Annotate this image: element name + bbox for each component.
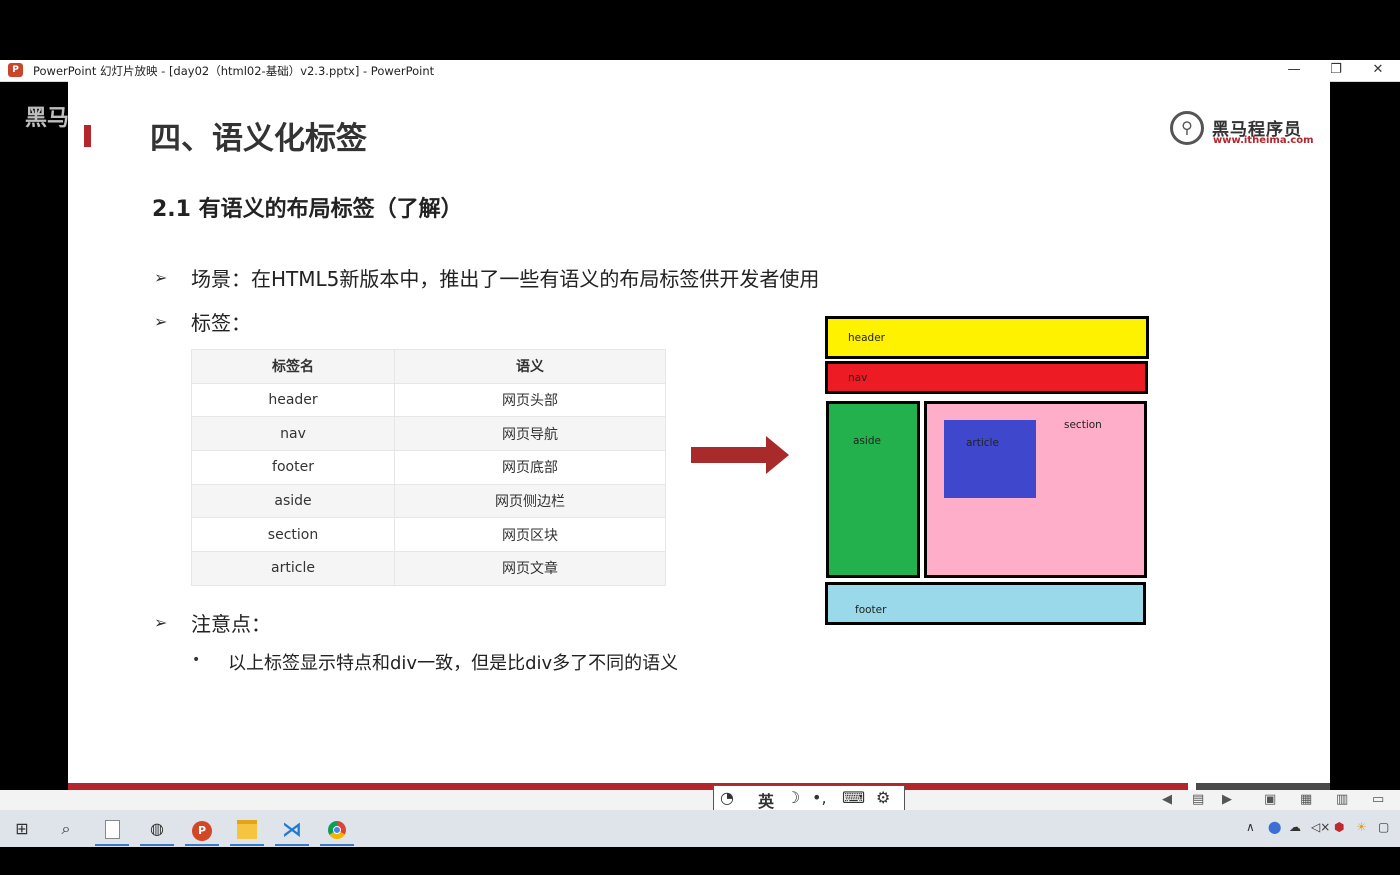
windows-taskbar: ⊞ ⌕ ◍ P ⋊ ∧ ⬤ ☁ ◁× ⬢ ☀ ▢ bbox=[0, 810, 1400, 847]
notification-icon[interactable]: ▢ bbox=[1378, 820, 1389, 834]
sub-bullet-text: 以上标签显示特点和div一致，但是比div多了不同的语义 bbox=[228, 653, 679, 674]
slide-footer-red-bar bbox=[68, 783, 1188, 790]
ime-logo-icon[interactable]: ◔ bbox=[720, 788, 734, 807]
table-header-tag-name: 标签名 bbox=[191, 349, 395, 384]
ime-halfwidth-icon[interactable]: ☽ bbox=[786, 788, 800, 807]
table-cell-tag: nav bbox=[191, 416, 395, 452]
vscode-icon[interactable]: ⋊ bbox=[277, 816, 307, 842]
table-cell-meaning: 网页文章 bbox=[394, 551, 666, 586]
notes-icon[interactable]: ▤ bbox=[1192, 792, 1204, 807]
bullet-notes: 注意点： bbox=[191, 612, 271, 636]
diagram-section-label: section bbox=[1064, 419, 1102, 431]
file-explorer-icon[interactable] bbox=[232, 816, 262, 842]
table-row: nav 网页导航 bbox=[191, 416, 666, 452]
logo-url: www.itheima.com bbox=[1213, 135, 1314, 146]
taskbar-active-indicator bbox=[230, 844, 264, 846]
taskbar-active-indicator bbox=[140, 844, 174, 846]
start-icon[interactable]: ⊞ bbox=[7, 816, 37, 842]
table-header-row: 标签名 语义 bbox=[191, 349, 666, 384]
diagram-header-box: header bbox=[825, 316, 1149, 359]
restore-button[interactable]: ❐ bbox=[1322, 61, 1350, 79]
ime-language-toggle[interactable]: 英 bbox=[758, 788, 774, 812]
next-slide-icon[interactable]: ▶ bbox=[1222, 792, 1232, 807]
previous-slide-icon[interactable]: ◀ bbox=[1162, 792, 1172, 807]
tray-weather-icon[interactable]: ☀ bbox=[1356, 820, 1367, 834]
search-icon[interactable]: ⌕ bbox=[51, 816, 81, 842]
reading-view-icon[interactable]: ▥ bbox=[1336, 792, 1348, 807]
table-cell-meaning: 网页头部 bbox=[394, 382, 666, 418]
diagram-nav-box: nav bbox=[825, 361, 1148, 394]
ime-toolbar: ◔ 英 ☽ •, ⌨ ⚙ bbox=[713, 785, 905, 811]
table-cell-tag: section bbox=[191, 517, 395, 553]
diagram-footer-label: footer bbox=[855, 604, 887, 616]
onedrive-icon[interactable]: ☁ bbox=[1289, 820, 1301, 834]
ime-settings-icon[interactable]: ⚙ bbox=[876, 788, 890, 807]
tray-app-icon[interactable]: ⬤ bbox=[1268, 820, 1281, 834]
diagram-aside-label: aside bbox=[853, 435, 881, 447]
window-title: PowerPoint 幻灯片放映 - [day02（html02-基础）v2.3… bbox=[33, 64, 435, 78]
taskbar-active-indicator bbox=[95, 844, 129, 846]
table-cell-tag: aside bbox=[191, 483, 395, 519]
slide-footer-gray-bar bbox=[1196, 783, 1330, 790]
table-row: section 网页区块 bbox=[191, 517, 666, 553]
screen-recorder-icon[interactable]: ◍ bbox=[142, 816, 172, 842]
slideshow-view-icon[interactable]: ▭ bbox=[1372, 792, 1384, 807]
table-cell-meaning: 网页侧边栏 bbox=[394, 483, 666, 519]
sub-bullet-dot: • bbox=[192, 652, 201, 668]
tray-chevron-icon[interactable]: ∧ bbox=[1246, 820, 1255, 834]
table-row: footer 网页底部 bbox=[191, 450, 666, 485]
diagram-article-box: article bbox=[944, 420, 1036, 498]
slide-subtitle: 2.1 有语义的布局标签（了解） bbox=[152, 197, 463, 222]
powerpoint-taskbar-icon[interactable]: P bbox=[187, 816, 217, 842]
table-header-meaning: 语义 bbox=[394, 349, 666, 384]
table-cell-meaning: 网页导航 bbox=[394, 416, 666, 452]
powerpoint-app-icon: P bbox=[8, 63, 23, 77]
ime-punctuation-icon[interactable]: •, bbox=[812, 788, 827, 807]
slide-title: 四、语义化标签 bbox=[150, 121, 367, 157]
itheima-logo-icon: ⚲ bbox=[1170, 111, 1204, 145]
table-cell-tag: article bbox=[191, 551, 395, 586]
bullet-arrow-icon: ➢ bbox=[154, 312, 168, 331]
title-accent-bar bbox=[84, 125, 91, 147]
bullet-tags: 标签： bbox=[191, 311, 251, 335]
slide-sorter-icon[interactable]: ▦ bbox=[1300, 792, 1312, 807]
bullet-arrow-icon: ➢ bbox=[154, 268, 168, 287]
taskbar-active-indicator bbox=[275, 844, 309, 846]
semantic-tags-table: 标签名 语义 header 网页头部 nav 网页导航 footer 网页底部 … bbox=[191, 349, 666, 586]
table-cell-meaning: 网页区块 bbox=[394, 517, 666, 553]
file-icon[interactable] bbox=[97, 816, 127, 842]
table-row: article 网页文章 bbox=[191, 551, 666, 586]
right-arrow-icon bbox=[766, 436, 789, 474]
slide: 四、语义化标签 2.1 有语义的布局标签（了解） ⚲ 黑马程序员 www.ith… bbox=[68, 81, 1330, 790]
bullet-scene: 场景：在HTML5新版本中，推出了一些有语义的布局标签供开发者使用 bbox=[191, 267, 820, 291]
table-row: aside 网页侧边栏 bbox=[191, 483, 666, 519]
table-cell-tag: header bbox=[191, 382, 395, 418]
diagram-aside-box: aside bbox=[826, 401, 920, 578]
table-cell-tag: footer bbox=[191, 450, 395, 485]
close-button[interactable]: ✕ bbox=[1364, 61, 1392, 79]
table-cell-meaning: 网页底部 bbox=[394, 450, 666, 485]
table-row: header 网页头部 bbox=[191, 382, 666, 418]
diagram-article-label: article bbox=[966, 437, 999, 449]
diagram-footer-box: footer bbox=[825, 582, 1146, 625]
normal-view-icon[interactable]: ▣ bbox=[1264, 792, 1276, 807]
chrome-icon[interactable] bbox=[322, 816, 352, 842]
right-arrow-shaft bbox=[691, 447, 767, 463]
taskbar-active-indicator bbox=[320, 844, 354, 846]
slideshow-status-bar: ◀ ▤ ▶ ▣ ▦ ▥ ▭ bbox=[0, 790, 1400, 810]
taskbar-active-indicator bbox=[185, 844, 219, 846]
bullet-arrow-icon: ➢ bbox=[154, 613, 168, 632]
video-watermark: 黑马 bbox=[25, 106, 70, 131]
diagram-nav-label: nav bbox=[848, 372, 868, 384]
diagram-header-label: header bbox=[848, 332, 885, 344]
window-title-bar: P PowerPoint 幻灯片放映 - [day02（html02-基础）v2… bbox=[0, 60, 1400, 82]
volume-muted-icon[interactable]: ◁× bbox=[1311, 820, 1330, 834]
minimize-button[interactable]: — bbox=[1280, 61, 1308, 79]
ime-keyboard-icon[interactable]: ⌨ bbox=[842, 788, 865, 807]
tray-security-icon[interactable]: ⬢ bbox=[1334, 820, 1344, 834]
